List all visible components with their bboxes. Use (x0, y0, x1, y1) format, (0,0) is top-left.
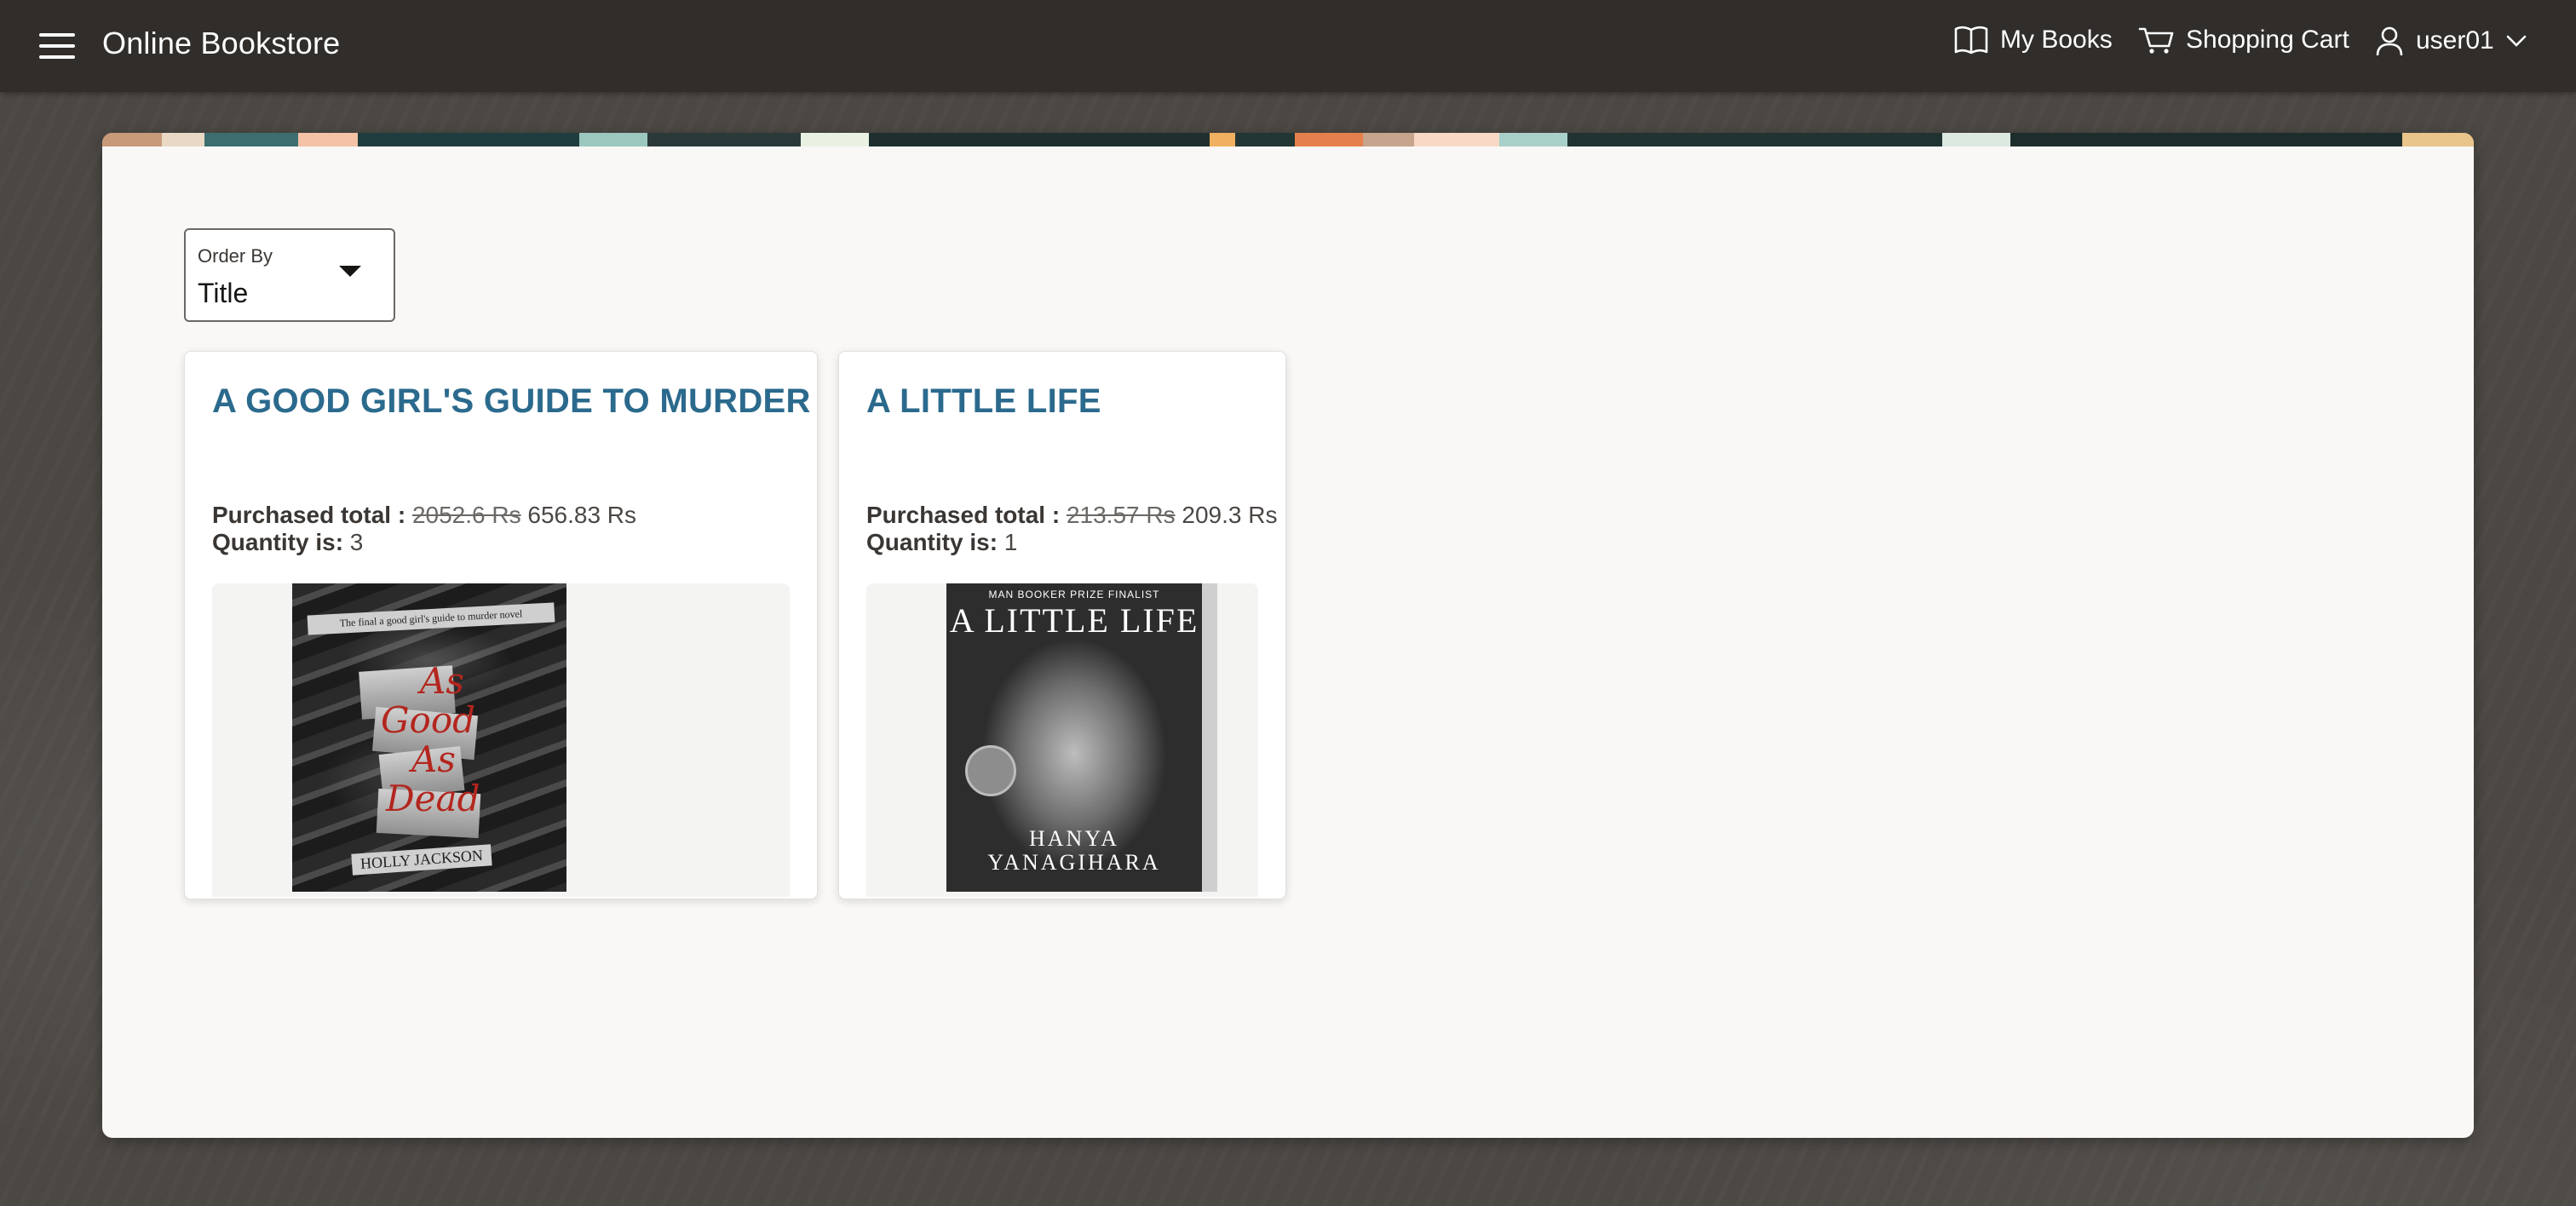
quantity-value: 1 (1003, 529, 1018, 555)
award-seal-icon (965, 745, 1016, 796)
cover-tagline: The final a good girl's guide to murder … (307, 602, 555, 635)
order-by-label: Order By (198, 245, 273, 267)
book-title[interactable]: A GOOD GIRL'S GUIDE TO MURDER (212, 382, 811, 421)
discounted-price: 209.3 Rs (1182, 502, 1278, 528)
cover-word: As (420, 660, 464, 702)
book-cover-frame: MAN BOOKER PRIZE FINALIST A LITTLE LIFE … (866, 583, 1258, 897)
purchased-total-label: Purchased total : (866, 502, 1061, 528)
cart-icon (2138, 27, 2174, 54)
order-by-value: Title (198, 278, 249, 308)
cover-word: As (411, 738, 456, 780)
user-menu[interactable]: user01 (2375, 26, 2527, 56)
purchased-total: Purchased total : 2052.6 Rs 656.83 Rs (212, 502, 636, 529)
quantity: Quantity is: 3 (212, 529, 363, 556)
hamburger-menu-icon[interactable] (37, 31, 77, 61)
cover-author: HANYA YANAGIHARA (987, 826, 1161, 875)
shopping-cart-link[interactable]: Shopping Cart (2138, 26, 2349, 55)
my-books-label: My Books (2000, 26, 2113, 54)
cover-title: A LITTLE LIFE (949, 601, 1199, 640)
book-cover-image[interactable]: The final a good girl's guide to murder … (292, 583, 566, 892)
main-panel: Order By Title A GOOD GIRL'S GUIDE TO MU… (102, 133, 2474, 1138)
cover-author: HOLLY JACKSON (351, 844, 492, 876)
cover-tagline: MAN BOOKER PRIZE FINALIST (988, 589, 1160, 600)
original-price: 213.57 Rs (1066, 502, 1176, 528)
my-books-link[interactable]: My Books (1954, 26, 2113, 55)
book-cover-image[interactable]: MAN BOOKER PRIZE FINALIST A LITTLE LIFE … (946, 583, 1217, 892)
quantity: Quantity is: 1 (866, 529, 1017, 556)
book-icon (1954, 26, 1988, 55)
book-card[interactable]: A LITTLE LIFE Purchased total : 213.57 R… (838, 351, 1286, 899)
cover-word: Good (381, 699, 476, 741)
cover-word: Dead (386, 778, 480, 819)
book-card[interactable]: A GOOD GIRL'S GUIDE TO MURDER Purchased … (184, 351, 818, 899)
purchased-total: Purchased total : 213.57 Rs 209.3 Rs (866, 502, 1277, 529)
original-price: 2052.6 Rs (411, 502, 521, 528)
chevron-down-icon (2506, 35, 2527, 47)
quantity-label: Quantity is: (866, 529, 998, 555)
order-by-select[interactable]: Order By Title (184, 228, 395, 322)
discounted-price: 656.83 Rs (527, 502, 637, 528)
purchased-total-label: Purchased total : (212, 502, 406, 528)
user-icon (2376, 26, 2403, 56)
user-name: user01 (2416, 26, 2494, 55)
quantity-label: Quantity is: (212, 529, 344, 555)
book-title[interactable]: A LITTLE LIFE (866, 382, 1101, 421)
app-title[interactable]: Online Bookstore (102, 26, 340, 61)
shopping-cart-label: Shopping Cart (2186, 26, 2349, 54)
app-header: Online Bookstore My Books Shopping Cart … (0, 0, 2576, 92)
book-cover-frame: The final a good girl's guide to murder … (212, 583, 790, 897)
quantity-value: 3 (349, 529, 364, 555)
decorative-banner (102, 133, 2474, 146)
dropdown-caret-icon[interactable] (339, 266, 361, 277)
